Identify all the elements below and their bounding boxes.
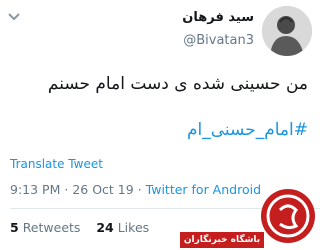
watermark-label: باشگاه خبرنگاران [180,232,264,248]
likes-stat[interactable]: 24 Likes [96,220,149,235]
user-handle[interactable]: @Bivatan3 [183,33,254,48]
retweets-stat[interactable]: 5 Retweets [10,220,80,235]
tweet-time: 9:13 PM [10,182,61,197]
display-name[interactable]: سید فرهان [182,10,254,25]
source-app-link[interactable]: Twitter for Android [146,182,261,197]
meta-separator: · [64,182,69,197]
retweets-count: 5 [10,220,19,235]
retweets-label: Retweets [22,220,81,235]
tweet-stats: 5 Retweets 24 Likes [10,220,149,235]
meta-separator: · [137,182,142,197]
likes-count: 24 [96,220,114,235]
avatar[interactable] [262,6,312,56]
tweet-date: 26 Oct 19 [72,182,134,197]
hashtag-link[interactable]: #امام_حسنی_ام [187,120,308,140]
tweet-text: من حسینی شده ی دست امام حسنم [47,74,308,94]
chevron-down-icon[interactable] [8,12,20,22]
news-agency-logo-icon [261,189,315,243]
translate-tweet-link[interactable]: Translate Tweet [10,157,103,171]
likes-label: Likes [117,220,150,235]
tweet-meta: 9:13 PM · 26 Oct 19 · Twitter for Androi… [10,182,261,197]
